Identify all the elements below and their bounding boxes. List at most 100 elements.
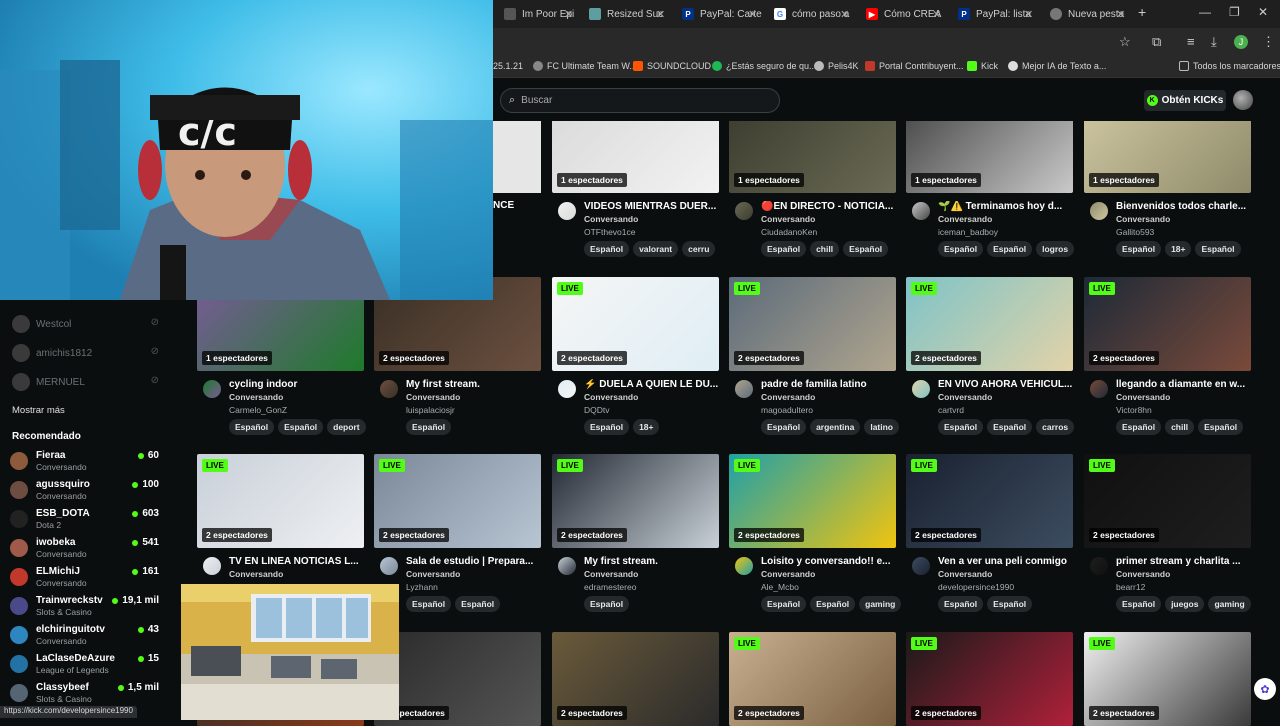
tag-chip[interactable]: deport (327, 419, 366, 435)
tag-chip[interactable]: Español (761, 596, 807, 612)
stream-title[interactable]: VIDEOS MIENTRAS DUER... (584, 201, 718, 212)
sidebar-item-recommended[interactable]: Trainwreckstv Slots & Casino 19,1 mil (10, 595, 175, 621)
stream-category[interactable]: Conversando (1116, 214, 1170, 224)
channel-name[interactable]: CiudadanoKen (761, 227, 817, 237)
channel-avatar[interactable] (912, 380, 930, 398)
tag-chip[interactable]: Español (229, 419, 275, 435)
media-icon[interactable]: ≡ (1187, 34, 1195, 49)
tag-chip[interactable]: Español (761, 419, 807, 435)
tag-chip[interactable]: Español (406, 596, 452, 612)
bookmark-item[interactable]: FC Ultimate Team W... (533, 61, 637, 71)
tag-chip[interactable]: Español (987, 419, 1033, 435)
stream-thumbnail[interactable]: LIVE 2 espectadores (374, 454, 541, 548)
bookmark-item[interactable]: Mejor IA de Texto a... (1008, 61, 1106, 71)
stream-category[interactable]: Conversando (406, 569, 460, 579)
stream-thumbnail[interactable]: 2 espectadores (552, 632, 719, 726)
stream-thumbnail[interactable]: LIVE 2 espectadores (729, 632, 896, 726)
channel-avatar[interactable] (735, 202, 753, 220)
stream-title[interactable]: ⚡ DUELA A QUIEN LE DU... (584, 379, 718, 390)
stream-title[interactable]: TV EN LÍNEA NOTICIAS L... (229, 556, 363, 567)
sidebar-item-recommended[interactable]: agussquiro Conversando 100 (10, 479, 175, 505)
stream-thumbnail[interactable]: LIVE 2 espectadores (906, 277, 1073, 371)
tag-chip[interactable]: gaming (1208, 596, 1251, 612)
channel-avatar[interactable] (912, 557, 930, 575)
channel-avatar[interactable] (380, 380, 398, 398)
channel-name[interactable]: DQDtv (584, 405, 610, 415)
channel-avatar[interactable] (380, 557, 398, 575)
channel-name[interactable]: Victor8hn (1116, 405, 1152, 415)
tag-chip[interactable]: Español (1195, 241, 1241, 257)
stream-title[interactable]: 🌱⚠️ Terminamos hoy d... (938, 201, 1072, 212)
stream-title-partial[interactable]: NCE (493, 200, 514, 211)
channel-avatar[interactable] (203, 557, 221, 575)
tag-chip[interactable]: Español (938, 596, 984, 612)
maximize-icon[interactable]: ❐ (1229, 5, 1240, 19)
stream-thumbnail[interactable]: LIVE 2 espectadores (729, 277, 896, 371)
sidebar-item-recommended[interactable]: ESB_DOTA Dota 2 603 (10, 508, 175, 534)
stream-title[interactable]: Loisito y conversando!! e... (761, 556, 895, 567)
stream-category[interactable]: Conversando (584, 392, 638, 402)
stream-title[interactable]: EN VIVO AHORA VEHICUL... (938, 379, 1072, 390)
channel-name[interactable]: Carmelo_GonZ (229, 405, 287, 415)
stream-thumbnail[interactable]: LIVE 2 espectadores (729, 454, 896, 548)
tag-chip[interactable]: valorant (633, 241, 679, 257)
sidebar-item-recommended[interactable]: Fieraa Conversando 60 (10, 450, 175, 476)
profile-avatar[interactable]: J (1234, 35, 1248, 49)
stream-thumbnail[interactable]: LIVE 2 espectadores (1084, 454, 1251, 548)
stream-category[interactable]: Conversando (229, 569, 283, 579)
tag-chip[interactable]: gaming (859, 596, 902, 612)
tag-chip[interactable]: Español (761, 241, 807, 257)
stream-category[interactable]: Conversando (229, 392, 283, 402)
tag-chip[interactable]: chill (1165, 419, 1195, 435)
channel-name[interactable]: developersince1990 (938, 582, 1014, 592)
stream-title[interactable]: cycling indoor (229, 379, 363, 390)
sidebar-item-recommended[interactable]: iwobeka Conversando 541 (10, 537, 175, 563)
stream-thumbnail[interactable]: 2 espectadores (374, 632, 541, 726)
sidebar-item-recommended[interactable]: LaClaseDeAzure League of Legends 15 (10, 653, 175, 679)
close-tab-icon[interactable]: ✕ (564, 8, 573, 21)
star-bookmark-icon[interactable]: ☆ (1119, 34, 1131, 50)
channel-avatar[interactable] (1090, 202, 1108, 220)
sidebar-item-westcol[interactable]: Westcol ⊘ (10, 315, 175, 335)
stream-thumbnail[interactable] (493, 121, 541, 193)
tag-chip[interactable]: argentina (810, 419, 861, 435)
tag-chip[interactable]: Español (938, 419, 984, 435)
channel-name[interactable]: bearr12 (1116, 582, 1145, 592)
bookmark-item[interactable]: Portal Contribuyent... (865, 61, 964, 71)
channel-name[interactable]: cartvrd (938, 405, 964, 415)
channel-name[interactable]: Lyzhann (406, 582, 438, 592)
bookmark-item[interactable]: ¿Estás seguro de qu... (712, 61, 817, 71)
stream-category[interactable]: Conversando (938, 214, 992, 224)
sidebar-item-amichis1812[interactable]: amichis1812 ⊘ (10, 344, 175, 364)
stream-title[interactable]: 🔴EN DIRECTO - NOTICIA... (761, 201, 895, 212)
tag-chip[interactable]: Español (584, 241, 630, 257)
tag-chip[interactable]: Español (987, 241, 1033, 257)
tag-chip[interactable]: chill (810, 241, 840, 257)
tag-chip[interactable]: juegos (1165, 596, 1205, 612)
stream-title[interactable]: Bienvenidos todos charle... (1116, 201, 1250, 212)
new-tab-icon[interactable]: + (1138, 4, 1146, 20)
tag-chip[interactable]: Español (278, 419, 324, 435)
channel-name[interactable]: Ale_Mcbo (761, 582, 799, 592)
stream-category[interactable]: Conversando (761, 569, 815, 579)
channel-avatar[interactable] (735, 557, 753, 575)
channel-avatar[interactable] (912, 202, 930, 220)
stream-thumbnail[interactable]: LIVE 2 espectadores (1084, 277, 1251, 371)
download-icon[interactable]: ⤓ (1211, 34, 1217, 50)
close-tab-icon[interactable]: ✕ (932, 8, 941, 21)
close-tab-icon[interactable]: ✕ (1024, 8, 1033, 21)
tag-chip[interactable]: logros (1036, 241, 1075, 257)
bookmark-item[interactable]: 25.1.21 (493, 61, 523, 71)
stream-title[interactable]: Ven a ver una peli conmigo (938, 556, 1072, 567)
chat-fab-icon[interactable]: ✿ (1254, 678, 1276, 700)
channel-name[interactable]: edramestereo (584, 582, 636, 592)
stream-title[interactable]: padre de familia latino (761, 379, 895, 390)
tag-chip[interactable]: carros (1036, 419, 1075, 435)
close-window-icon[interactable]: ✕ (1258, 5, 1268, 19)
channel-name[interactable]: OTFthevo1ce (584, 227, 636, 237)
bookmark-item[interactable]: Todos los marcadores (1179, 61, 1280, 71)
stream-category[interactable]: Conversando (761, 392, 815, 402)
sidebar-item-recommended[interactable]: elchiringuitotv Conversando 43 (10, 624, 175, 650)
close-tab-icon[interactable]: ✕ (840, 8, 849, 21)
stream-thumbnail[interactable]: LIVE 2 espectadores (197, 454, 364, 548)
